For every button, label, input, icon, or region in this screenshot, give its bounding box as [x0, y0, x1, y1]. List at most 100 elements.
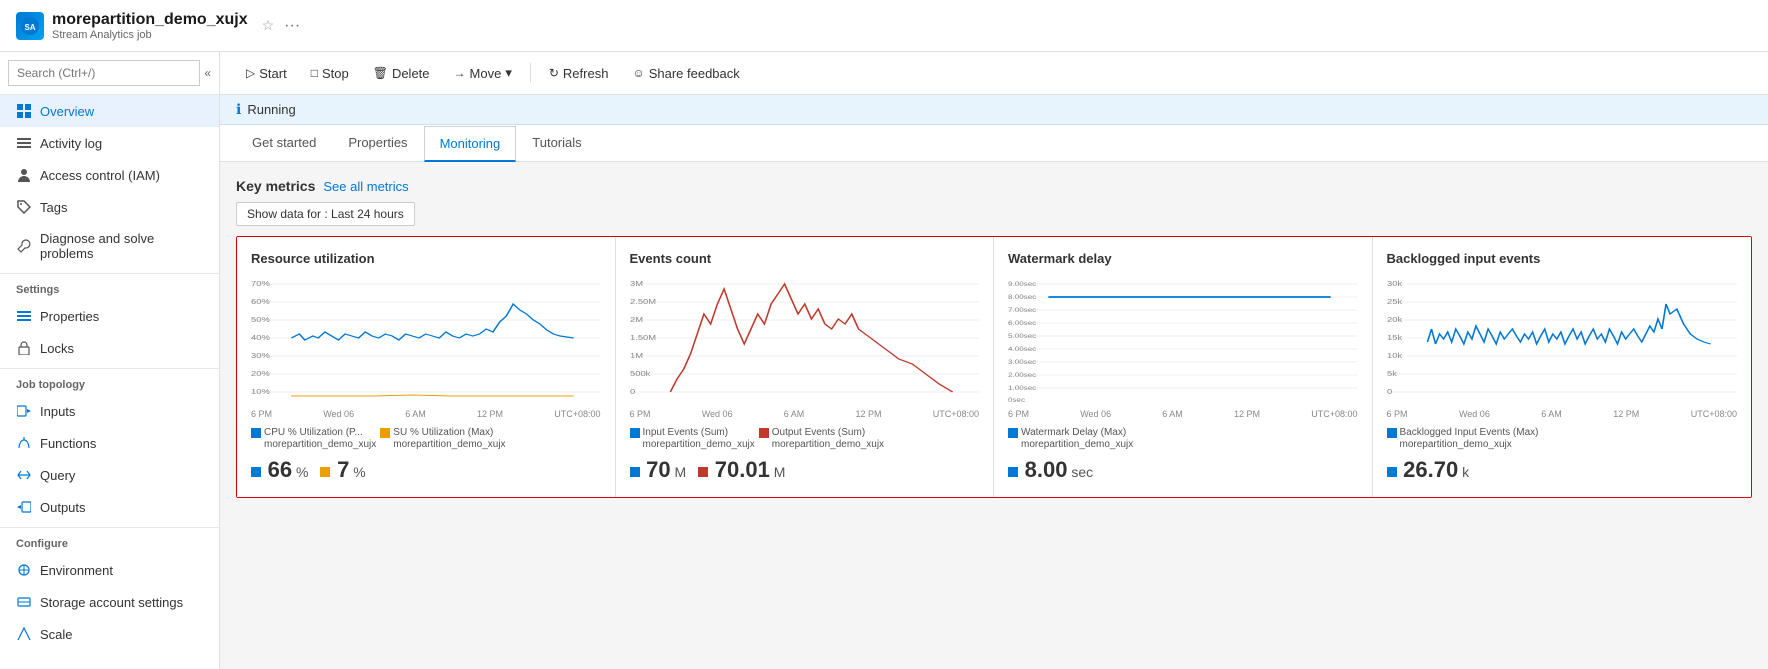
- sidebar-item-label: Inputs: [40, 404, 75, 419]
- legend-text-output: Output Events (Sum)morepartition_demo_xu…: [772, 427, 884, 451]
- svg-text:60%: 60%: [251, 297, 271, 305]
- sidebar-item-inputs[interactable]: Inputs: [0, 395, 219, 427]
- svg-text:SA: SA: [24, 23, 35, 32]
- svg-text:70%: 70%: [251, 279, 271, 287]
- svg-text:3M: 3M: [630, 279, 643, 287]
- sidebar: « Overview Activity log Access control (…: [0, 52, 220, 669]
- svg-text:25k: 25k: [1387, 297, 1403, 305]
- legend-item-output: Output Events (Sum)morepartition_demo_xu…: [759, 427, 884, 451]
- input-metric: 70 M: [630, 457, 687, 483]
- resource-type: Stream Analytics job: [52, 29, 248, 41]
- svg-text:10%: 10%: [251, 387, 271, 395]
- metric-value-row-backlogged: 26.70 k: [1387, 457, 1738, 483]
- key-metrics-header: Key metrics See all metrics: [236, 178, 1752, 194]
- sidebar-item-label: Tags: [40, 200, 67, 215]
- legend-item-cpu: CPU % Utilization (P...morepartition_dem…: [251, 427, 376, 451]
- legend-color-su: [380, 428, 390, 438]
- sidebar-item-activity-log[interactable]: Activity log: [0, 127, 219, 159]
- sidebar-item-overview[interactable]: Overview: [0, 95, 219, 127]
- resource-name: morepartition_demo_xujx: [52, 11, 248, 29]
- status-info-icon: ℹ: [236, 101, 241, 118]
- sidebar-item-label: Query: [40, 468, 75, 483]
- search-input[interactable]: [8, 60, 200, 86]
- svg-text:2.50M: 2.50M: [630, 297, 656, 305]
- tab-monitoring[interactable]: Monitoring: [424, 126, 517, 162]
- settings-section-label: Settings: [0, 273, 219, 300]
- chart-x-labels-backlogged: 6 PMWed 066 AM12 PMUTC+08:00: [1387, 409, 1738, 419]
- svg-text:5k: 5k: [1387, 369, 1398, 377]
- sidebar-item-label: Storage account settings: [40, 595, 183, 610]
- sidebar-item-label: Functions: [40, 436, 96, 451]
- share-feedback-button[interactable]: ☺ Share feedback: [622, 61, 749, 86]
- tab-tutorials[interactable]: Tutorials: [516, 125, 597, 162]
- chart-x-labels-events: 6 PMWed 066 AM12 PMUTC+08:00: [630, 409, 980, 419]
- cpu-metric: 66 %: [251, 457, 308, 483]
- list-icon: [16, 135, 32, 151]
- see-all-metrics-link[interactable]: See all metrics: [323, 179, 408, 194]
- sidebar-item-properties[interactable]: Properties: [0, 300, 219, 332]
- legend-text-watermark: Watermark Delay (Max)morepartition_demo_…: [1021, 427, 1133, 451]
- sidebar-item-query[interactable]: Query: [0, 459, 219, 491]
- metric-value-row-resource: 66 % 7 %: [251, 457, 601, 483]
- content-area: ▷ Start □ Stop 🗑 Delete → Move ▾ ↻ Refre…: [220, 52, 1768, 669]
- sidebar-item-functions[interactable]: Functions: [0, 427, 219, 459]
- input-legend-dot: [630, 467, 640, 477]
- svg-text:1.00sec: 1.00sec: [1008, 385, 1037, 392]
- sidebar-item-label: Scale: [40, 627, 73, 642]
- stop-button[interactable]: □ Stop: [301, 61, 359, 86]
- tab-get-started[interactable]: Get started: [236, 125, 332, 162]
- environment-icon: [16, 562, 32, 578]
- svg-text:2.00sec: 2.00sec: [1008, 372, 1037, 379]
- svg-text:50%: 50%: [251, 315, 271, 323]
- refresh-icon: ↻: [549, 66, 559, 80]
- sidebar-item-locks[interactable]: Locks: [0, 332, 219, 364]
- backlogged-input-chart: 30k 25k 20k 15k 10k 5k 0: [1387, 274, 1738, 404]
- legend-color-input: [630, 428, 640, 438]
- watermark-legend-dot: [1008, 467, 1018, 477]
- sidebar-item-outputs[interactable]: Outputs: [0, 491, 219, 523]
- svg-text:5.00sec: 5.00sec: [1008, 333, 1037, 340]
- svg-text:0: 0: [630, 387, 636, 395]
- sidebar-collapse-button[interactable]: «: [204, 66, 211, 80]
- svg-text:30k: 30k: [1387, 279, 1403, 287]
- sidebar-item-access-control[interactable]: Access control (IAM): [0, 159, 219, 191]
- functions-icon: [16, 435, 32, 451]
- start-button[interactable]: ▷ Start: [236, 61, 297, 86]
- person-icon: [16, 167, 32, 183]
- more-options-icon[interactable]: ···: [284, 17, 300, 35]
- svg-text:1.50M: 1.50M: [630, 333, 656, 341]
- backlogged-metric: 26.70 k: [1387, 457, 1470, 483]
- configure-section-label: Configure: [0, 527, 219, 554]
- sidebar-item-label: Outputs: [40, 500, 86, 515]
- delete-button[interactable]: 🗑 Delete: [363, 61, 440, 86]
- legend-color-output: [759, 428, 769, 438]
- legend-color-backlogged: [1387, 428, 1397, 438]
- svg-text:0: 0: [1387, 387, 1393, 395]
- resource-utilization-card: Resource utilization 70% 60% 50% 40% 3: [237, 237, 616, 497]
- show-data-button[interactable]: Show data for : Last 24 hours: [236, 202, 415, 226]
- legend-text-cpu: CPU % Utilization (P...morepartition_dem…: [264, 427, 376, 451]
- su-unit: %: [349, 464, 365, 480]
- sidebar-item-diagnose[interactable]: Diagnose and solve problems: [0, 223, 219, 269]
- tab-properties[interactable]: Properties: [332, 125, 423, 162]
- refresh-button[interactable]: ↻ Refresh: [539, 61, 619, 86]
- move-button[interactable]: → Move ▾: [444, 60, 522, 86]
- backlogged-input-card: Backlogged input events 30k 25k 20k 15k: [1373, 237, 1752, 497]
- sidebar-item-scale[interactable]: Scale: [0, 618, 219, 650]
- chart-x-labels-watermark: 6 PMWed 066 AM12 PMUTC+08:00: [1008, 409, 1358, 419]
- sidebar-item-storage-account[interactable]: Storage account settings: [0, 586, 219, 618]
- svg-text:9.00sec: 9.00sec: [1008, 281, 1037, 288]
- stop-icon: □: [311, 66, 318, 80]
- sidebar-item-tags[interactable]: Tags: [0, 191, 219, 223]
- legend-color-cpu: [251, 428, 261, 438]
- favorite-icon[interactable]: ☆: [262, 17, 275, 34]
- cpu-value: 66: [268, 457, 292, 482]
- app-icon: SA: [16, 12, 44, 40]
- legend-text-su: SU % Utilization (Max)morepartition_demo…: [393, 427, 505, 451]
- sidebar-item-environment[interactable]: Environment: [0, 554, 219, 586]
- inputs-icon: [16, 403, 32, 419]
- watermark-unit: sec: [1067, 464, 1093, 480]
- chart-title-events: Events count: [630, 251, 980, 266]
- events-count-card: Events count 3M 2.50M 2M 1.50M 1M: [616, 237, 995, 497]
- svg-text:1M: 1M: [630, 351, 643, 359]
